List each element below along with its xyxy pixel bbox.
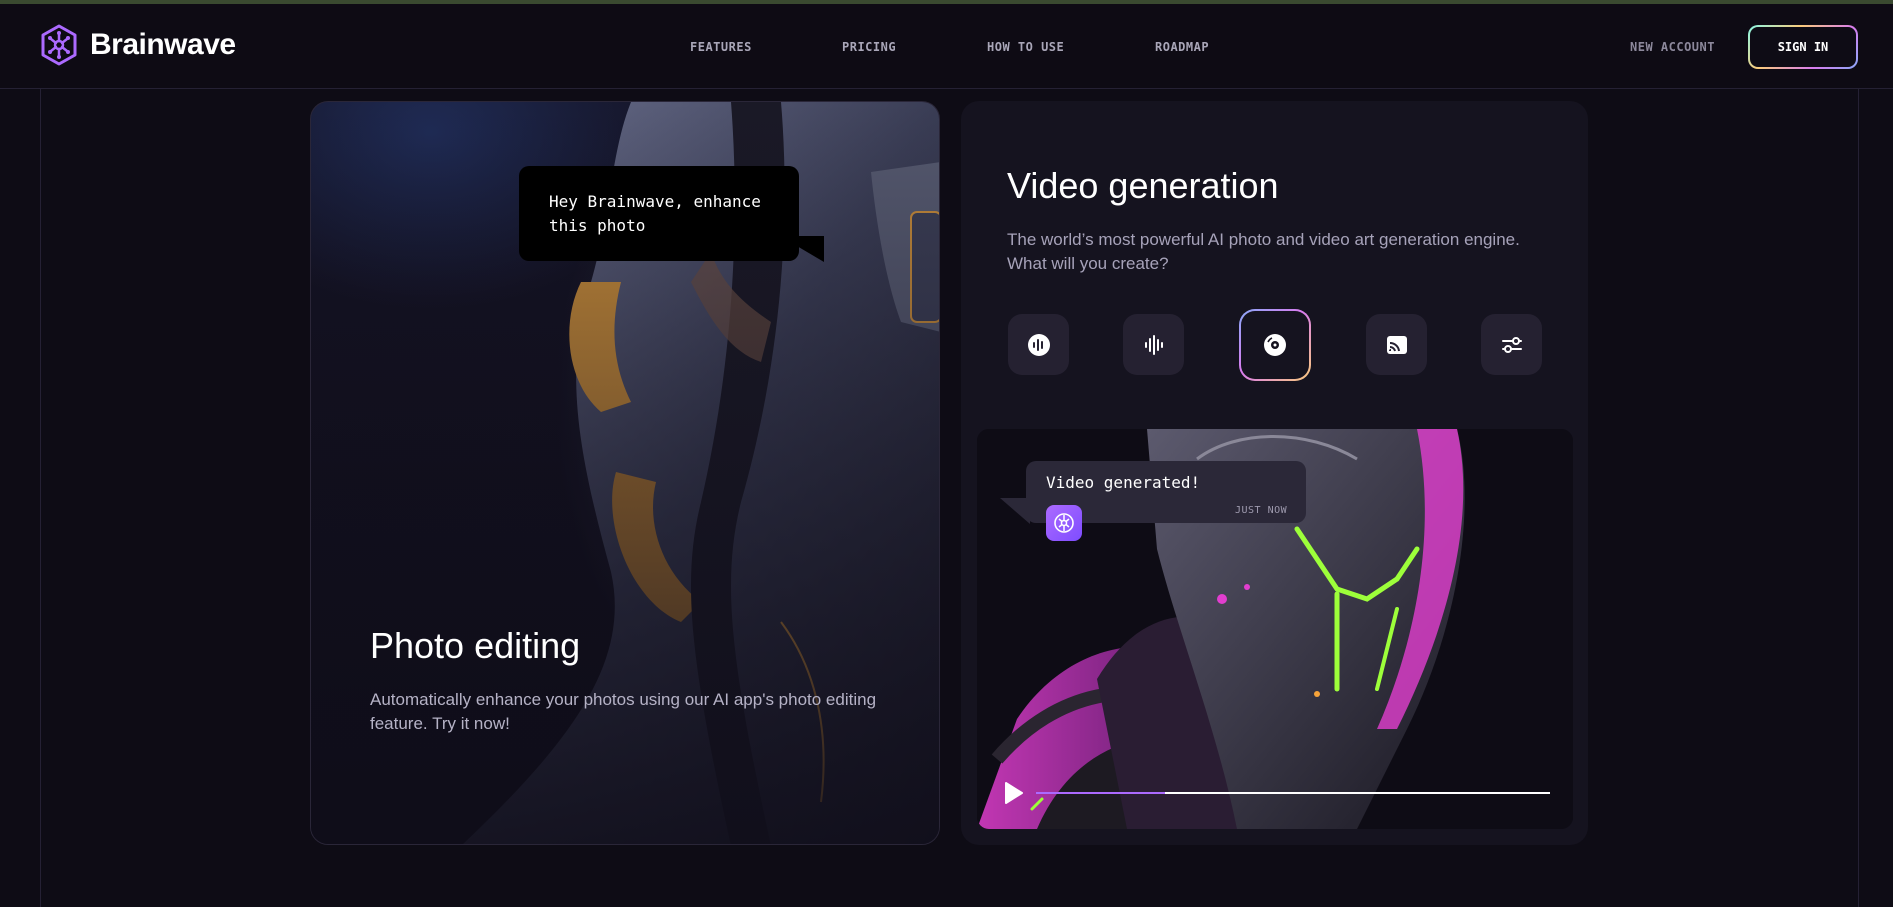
image-cast-icon — [1386, 335, 1407, 354]
sign-in-label: SIGN IN — [1750, 27, 1856, 67]
sign-in-button[interactable]: SIGN IN — [1748, 25, 1858, 69]
play-icon — [1005, 782, 1023, 804]
prompt-bubble-tail — [780, 236, 824, 262]
tool-disc-button[interactable] — [1239, 309, 1311, 381]
new-account-link[interactable]: NEW ACCOUNT — [1630, 40, 1715, 54]
nav-roadmap[interactable]: ROADMAP — [1155, 40, 1209, 54]
tool-recording-button[interactable] — [1008, 314, 1069, 375]
video-generation-description: The world’s most powerful AI photo and v… — [1007, 230, 1520, 273]
enhance-prompt-bubble: Hey Brainwave, enhance this photo — [519, 166, 799, 261]
page-border-right — [1858, 89, 1859, 907]
assistant-avatar — [1046, 505, 1082, 541]
video-chat-message: Video generated! — [1046, 473, 1201, 492]
audio-wave-icon — [1144, 334, 1163, 355]
brand-logo[interactable]: Brainwave — [38, 24, 236, 66]
photo-editing-description: Automatically enhance your photos using … — [370, 690, 877, 733]
tool-audio-button[interactable] — [1123, 314, 1184, 375]
tool-disc-inner — [1241, 311, 1309, 379]
nav-features[interactable]: FEATURES — [690, 40, 752, 54]
nav-pricing[interactable]: PRICING — [842, 40, 896, 54]
disc-icon — [1264, 334, 1286, 356]
tool-settings-button[interactable] — [1481, 314, 1542, 375]
nav-how-to-use[interactable]: HOW TO USE — [987, 40, 1064, 54]
video-progress-fill — [1036, 792, 1165, 794]
photo-editing-title: Photo editing — [370, 625, 581, 666]
video-generation-title: Video generation — [1007, 165, 1279, 206]
page-border-left — [40, 89, 41, 907]
tool-image-cast-button[interactable] — [1366, 314, 1427, 375]
brain-avatar-icon — [1054, 513, 1074, 533]
brand-name: Brainwave — [90, 28, 236, 61]
recording-icon — [1027, 333, 1050, 356]
play-button[interactable] — [1003, 782, 1023, 804]
video-chat-bubble-tail — [1000, 498, 1030, 524]
site-header: Brainwave FEATURES PRICING HOW TO USE RO… — [0, 4, 1893, 89]
video-chat-time: JUST NOW — [1235, 505, 1288, 516]
brain-logo-icon — [41, 24, 77, 66]
sliders-icon — [1501, 336, 1522, 353]
